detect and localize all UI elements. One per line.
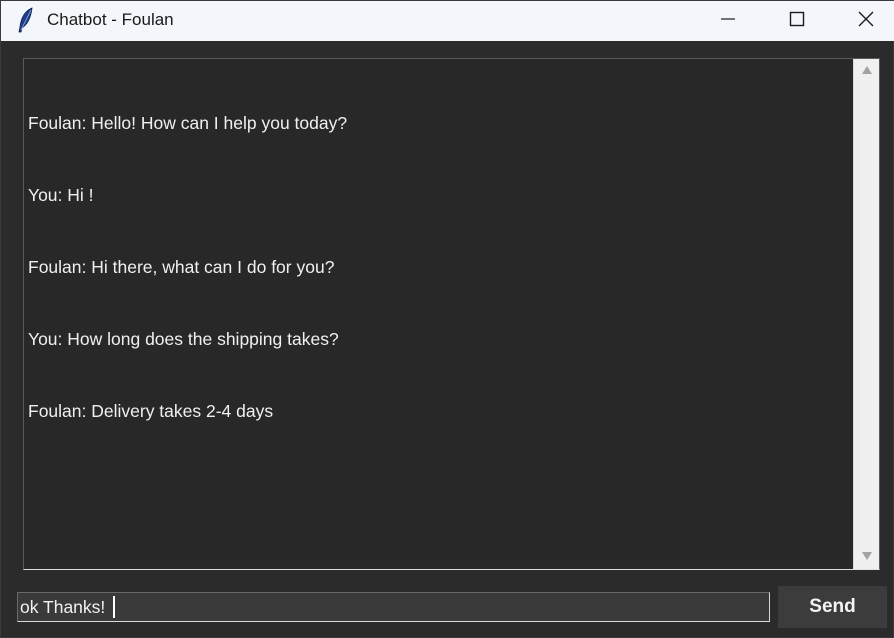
chat-message: Foulan: Hello! How can I help you today? [28, 113, 348, 133]
scroll-up-button[interactable] [854, 59, 879, 83]
chat-message: Foulan: Delivery takes 2-4 days [28, 401, 274, 421]
chat-messages: Foulan: Hello! How can I help you today?… [28, 63, 848, 471]
minimize-icon [720, 11, 736, 32]
chat-message: You: How long does the shipping takes? [28, 329, 339, 349]
maximize-button[interactable] [774, 1, 820, 41]
triangle-up-icon [861, 62, 873, 80]
maximize-icon [789, 11, 805, 32]
close-button[interactable] [843, 1, 889, 41]
scroll-down-button[interactable] [854, 545, 879, 569]
send-button[interactable]: Send [778, 586, 887, 628]
chat-log[interactable]: Foulan: Hello! How can I help you today?… [23, 58, 880, 570]
chat-scrollbar[interactable] [853, 59, 879, 569]
feather-icon [17, 7, 35, 33]
message-input[interactable] [17, 592, 770, 622]
text-caret [113, 596, 115, 618]
minimize-button[interactable] [705, 1, 751, 41]
window-title: Chatbot - Foulan [47, 10, 174, 29]
chatbot-window: Chatbot - Foulan Foulan: Hello! How can … [0, 0, 894, 638]
chat-message: Foulan: Hi there, what can I do for you? [28, 257, 335, 277]
triangle-down-icon [861, 548, 873, 566]
close-icon [858, 11, 874, 32]
title-bar[interactable]: Chatbot - Foulan [1, 1, 894, 41]
chat-message: You: Hi ! [28, 185, 94, 205]
